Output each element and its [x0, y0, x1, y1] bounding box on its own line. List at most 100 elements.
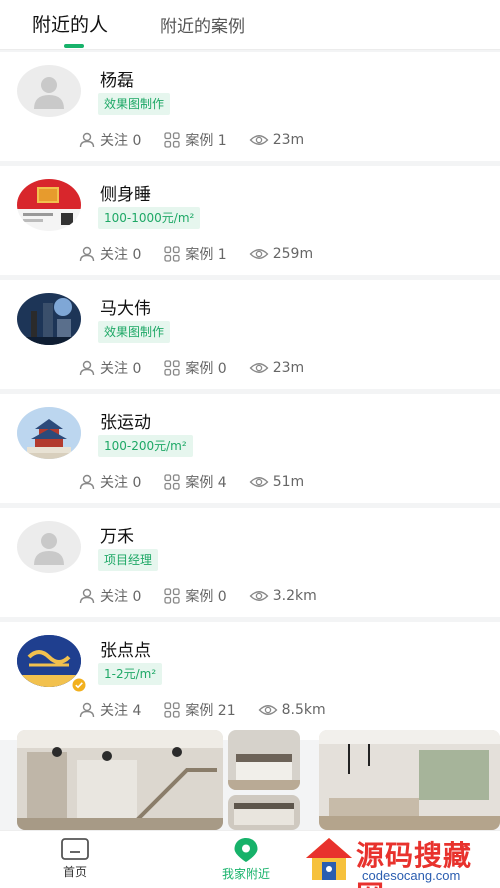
person-outline-icon	[79, 474, 95, 490]
cases-count: 案例 0	[185, 361, 227, 377]
follow-stat[interactable]: 关注 4	[78, 700, 141, 720]
person-stats: 关注 0 案例 1 23m	[78, 130, 326, 150]
bedroom-photo	[228, 730, 300, 790]
follow-count: 关注 0	[100, 361, 142, 377]
follow-stat[interactable]: 关注 0	[78, 358, 141, 378]
eye-icon	[249, 363, 269, 373]
nav-home[interactable]: 首页	[60, 837, 90, 880]
grid-icon	[164, 246, 181, 262]
person-outline-icon	[79, 702, 95, 718]
follow-stat[interactable]: 关注 0	[78, 244, 141, 264]
person-name: 万禾	[100, 527, 134, 547]
distance-value: 3.2km	[272, 588, 317, 604]
eye-icon	[249, 591, 269, 601]
cases-stat[interactable]: 案例 4	[163, 472, 227, 492]
person-card[interactable]: 侧身睡 100-1000元/m² 关注 0 案例 1 259m	[0, 166, 500, 275]
cases-stat[interactable]: 案例 0	[163, 586, 227, 606]
cases-stat[interactable]: 案例 21	[163, 700, 236, 720]
person-stats: 关注 0 案例 4 51m	[78, 472, 326, 492]
person-outline-icon	[79, 246, 95, 262]
eye-icon	[249, 135, 269, 145]
home-icon	[61, 838, 89, 860]
grid-icon	[164, 360, 181, 376]
person-outline-icon	[79, 132, 95, 148]
distance-stat: 259m	[249, 245, 313, 263]
person-name: 张运动	[100, 413, 151, 433]
avatar-temple-photo	[17, 407, 81, 459]
grid-icon	[164, 588, 181, 604]
distance-stat: 8.5km	[258, 701, 326, 719]
avatar-night-photo	[17, 293, 81, 345]
nav-home-label: 首页	[62, 865, 87, 879]
distance-stat: 23m	[249, 359, 304, 377]
distance-value: 51m	[272, 474, 305, 490]
person-card[interactable]: 杨磊 效果图制作 关注 0 案例 1 23m	[0, 52, 500, 161]
follow-count: 关注 4	[100, 703, 142, 719]
distance-stat: 23m	[249, 131, 304, 149]
person-name: 马大伟	[100, 299, 151, 319]
grid-icon	[164, 474, 181, 490]
tab-nearby-cases[interactable]: 附近的案例	[160, 12, 245, 37]
case-photo[interactable]	[228, 730, 300, 790]
grid-icon	[164, 702, 181, 718]
person-stats: 关注 0 案例 0 23m	[78, 358, 326, 378]
follow-stat[interactable]: 关注 0	[78, 586, 141, 606]
case-gallery	[17, 730, 500, 830]
cases-count: 案例 1	[185, 247, 227, 263]
bedroom-photo-2	[228, 795, 300, 830]
avatar-image	[17, 293, 81, 345]
follow-stat[interactable]: 关注 0	[78, 130, 141, 150]
follow-count: 关注 0	[100, 247, 142, 263]
distance-stat: 3.2km	[249, 587, 317, 605]
person-tag: 100-1000元/m²	[98, 207, 201, 229]
person-card[interactable]: 张运动 100-200元/m² 关注 0 案例 4 51m	[0, 394, 500, 503]
default-person-icon	[34, 533, 64, 565]
distance-value: 259m	[272, 246, 314, 262]
location-pin-icon	[234, 838, 258, 862]
follow-count: 关注 0	[100, 133, 142, 149]
follow-count: 关注 0	[100, 589, 142, 605]
person-card[interactable]: 张点点 1-2元/m² 关注 4 案例 21 8.5km	[0, 622, 500, 740]
person-outline-icon	[79, 360, 95, 376]
person-stats: 关注 0 案例 0 3.2km	[78, 586, 339, 606]
avatar-default	[17, 65, 81, 117]
avatar-image	[17, 407, 81, 459]
cases-count: 案例 21	[185, 703, 236, 719]
distance-value: 8.5km	[281, 702, 326, 718]
cases-stat[interactable]: 案例 1	[163, 130, 227, 150]
tab-nearby-people[interactable]: 附近的人	[32, 10, 108, 37]
person-name: 杨磊	[100, 71, 134, 91]
verified-badge-icon	[72, 678, 86, 692]
distance-value: 23m	[272, 360, 305, 376]
person-name: 张点点	[100, 641, 151, 661]
avatar-default	[17, 521, 81, 573]
watermark-subtitle: codesocang.com	[362, 868, 461, 883]
avatar-image	[17, 179, 81, 231]
cases-stat[interactable]: 案例 1	[163, 244, 227, 264]
eye-icon	[258, 705, 278, 715]
person-outline-icon	[79, 588, 95, 604]
active-tab-indicator	[64, 44, 84, 48]
case-photo[interactable]	[17, 730, 223, 830]
follow-count: 关注 0	[100, 475, 142, 491]
people-list: 杨磊 效果图制作 关注 0 案例 1 23m 侧身睡 100-1000元/m² …	[0, 52, 500, 745]
follow-stat[interactable]: 关注 0	[78, 472, 141, 492]
person-tag: 效果图制作	[98, 321, 171, 343]
cases-stat[interactable]: 案例 0	[163, 358, 227, 378]
nav-nearby-label: 我家附近	[222, 867, 271, 881]
person-card[interactable]: 万禾 项目经理 关注 0 案例 0 3.2km	[0, 508, 500, 617]
cases-count: 案例 4	[185, 475, 227, 491]
default-person-icon	[34, 77, 64, 109]
person-card[interactable]: 马大伟 效果图制作 关注 0 案例 0 23m	[0, 280, 500, 389]
house-logo-icon	[306, 838, 352, 880]
case-photo[interactable]	[319, 730, 500, 830]
person-stats: 关注 0 案例 1 259m	[78, 244, 335, 264]
nav-nearby[interactable]: 我家附近	[222, 837, 270, 882]
case-photo[interactable]	[228, 795, 300, 830]
person-tag: 效果图制作	[98, 93, 171, 115]
cases-count: 案例 1	[185, 133, 227, 149]
person-tag: 1-2元/m²	[98, 663, 163, 685]
person-name: 侧身睡	[100, 185, 151, 205]
grid-icon	[164, 132, 181, 148]
person-tag: 项目经理	[98, 549, 159, 571]
